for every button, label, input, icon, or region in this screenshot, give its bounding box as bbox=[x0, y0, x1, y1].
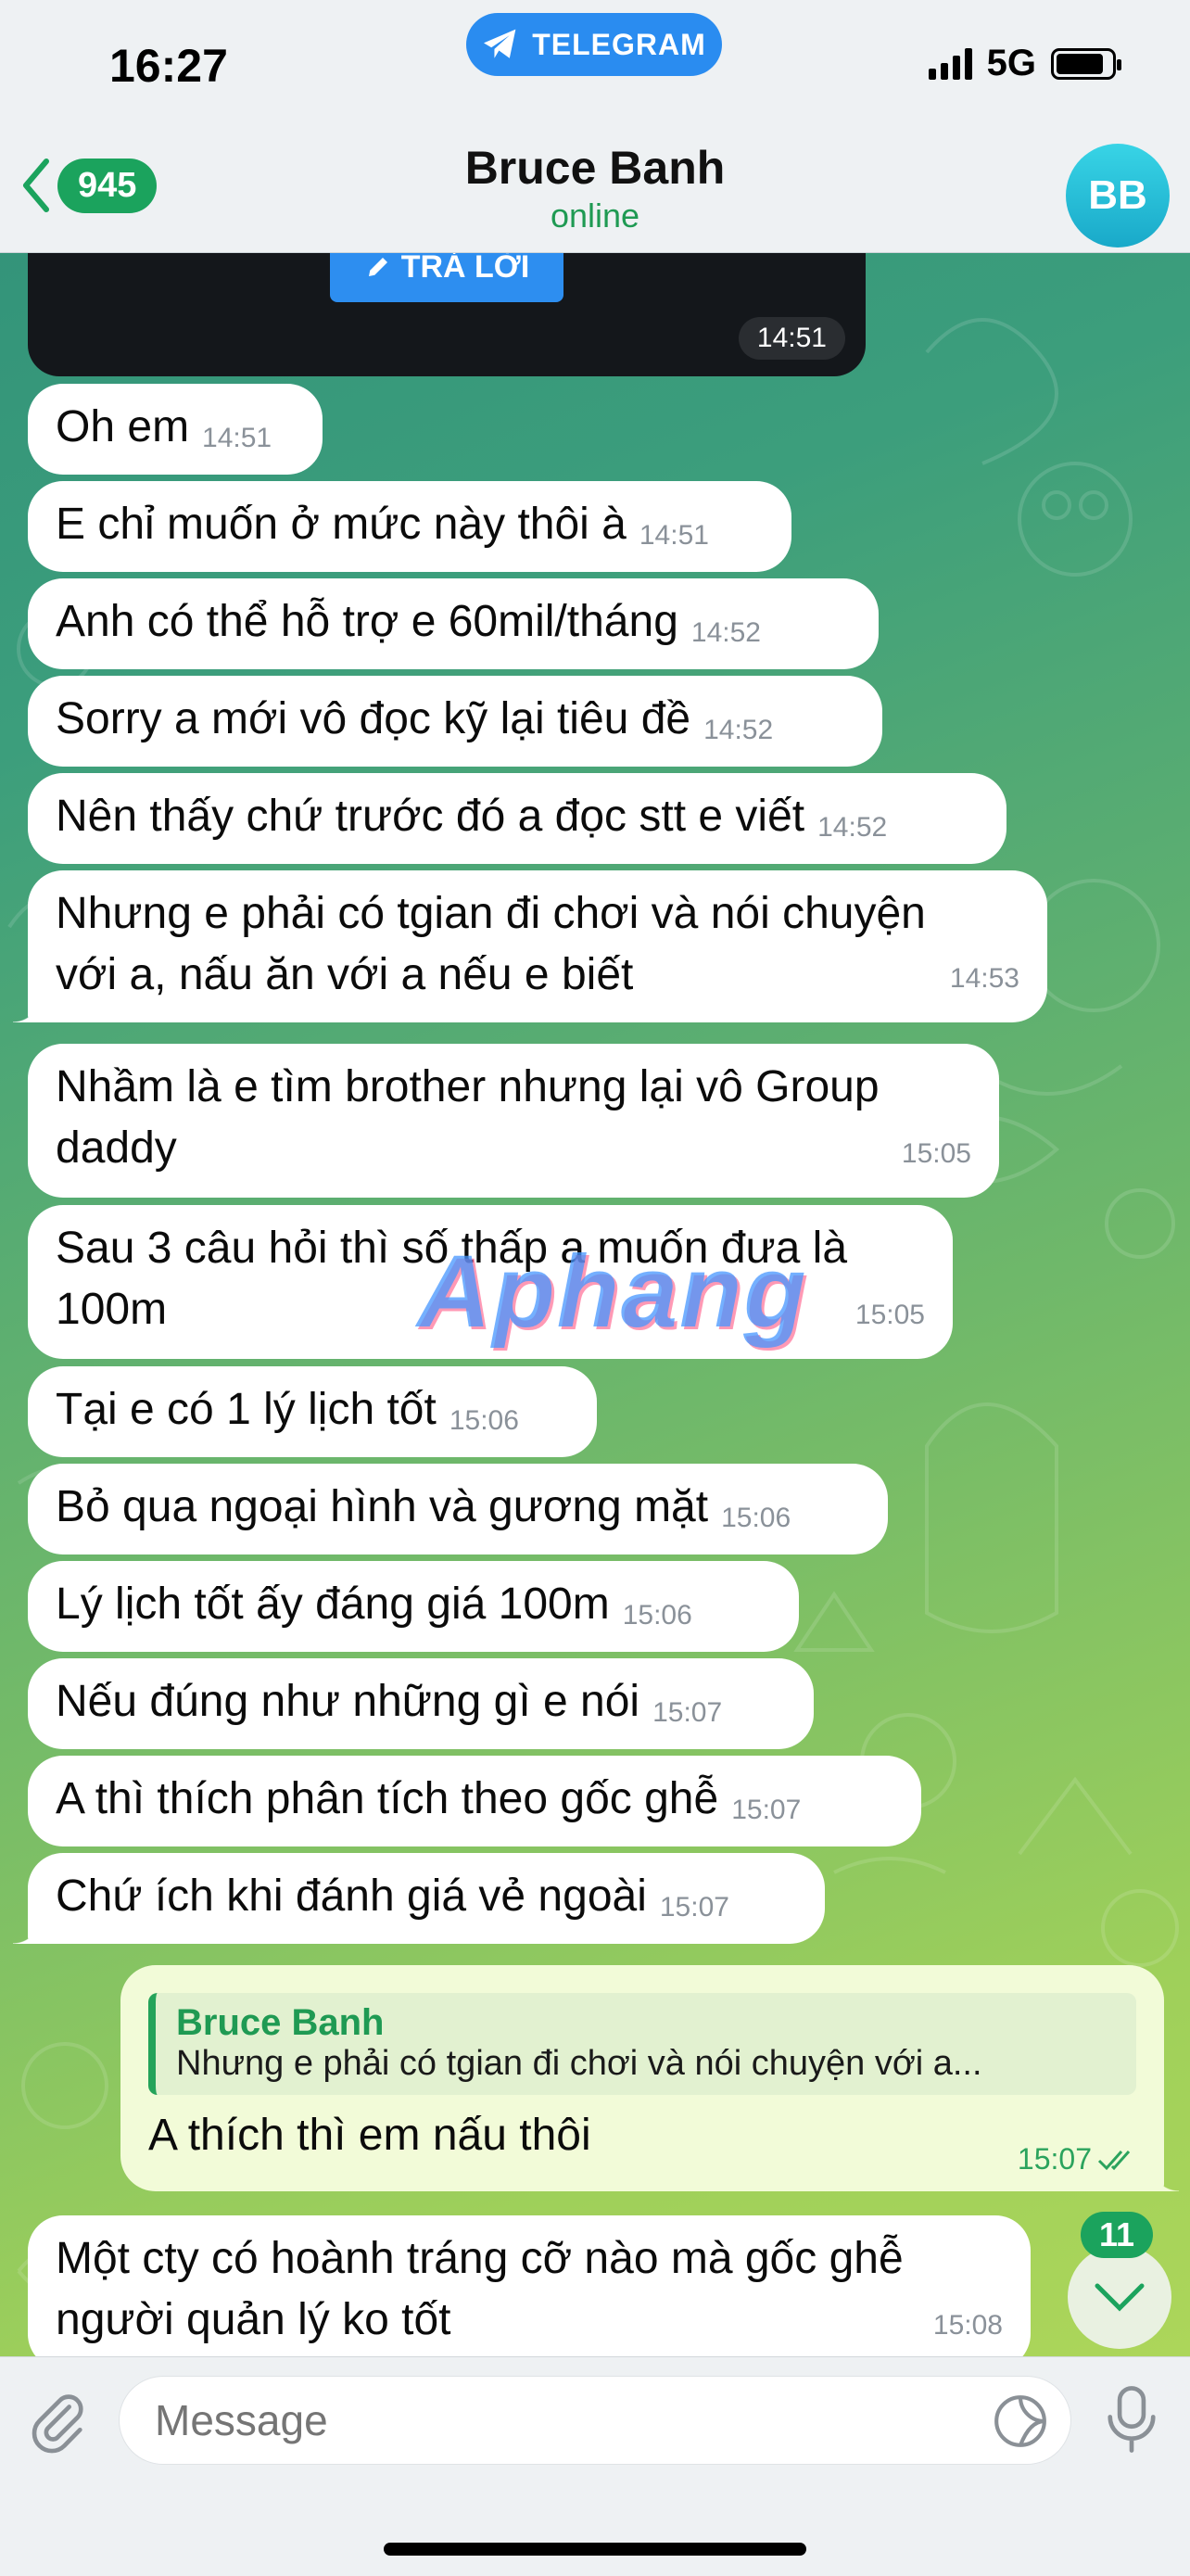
reply-quote-text: Nhưng e phải có tgian đi chơi và nói chu… bbox=[176, 2044, 982, 2083]
message-time-status: 15:07 bbox=[1018, 2142, 1140, 2176]
pencil-icon bbox=[368, 258, 387, 276]
message-text: Bỏ qua ngoại hình và gương mặt bbox=[56, 1482, 709, 1531]
home-indicator bbox=[384, 2543, 806, 2556]
chat-title[interactable]: Bruce Banh online bbox=[0, 141, 1190, 235]
contact-status: online bbox=[550, 197, 640, 235]
message-time: 15:06 bbox=[449, 1405, 519, 1436]
microphone-button[interactable] bbox=[1103, 2383, 1160, 2460]
sticker-button[interactable] bbox=[992, 2392, 1049, 2455]
network-type: 5G bbox=[986, 43, 1036, 83]
message-text: E chỉ muốn ở mức này thôi à bbox=[56, 500, 627, 549]
reply-quote[interactable]: Bruce Banh Nhưng e phải có tgian đi chơi… bbox=[148, 1993, 1136, 2095]
message-bubble[interactable]: Anh có thể hỗ trợ e 60mil/tháng 14:52 bbox=[28, 578, 879, 669]
message-text: Lý lịch tốt ấy đáng giá 100m bbox=[56, 1580, 610, 1629]
message-text: A thích thì em nấu thôi bbox=[148, 2111, 591, 2160]
outgoing-message-bubble[interactable]: Bruce Banh Nhưng e phải có tgian đi chơi… bbox=[120, 1965, 1179, 2191]
message-time: 15:07 bbox=[652, 1697, 723, 1728]
message-bubble[interactable]: Nếu đúng như những gì e nói 15:07 bbox=[28, 1658, 814, 1749]
telegram-pill-label: TELEGRAM bbox=[532, 27, 706, 61]
message-bubble[interactable]: Nên thấy chứ trước đó a đọc stt e viết 14… bbox=[28, 773, 1006, 864]
message-text-line: Nhưng e phải có tgian đi chơi và nói chu… bbox=[56, 889, 926, 938]
chevron-down-icon bbox=[1095, 2283, 1145, 2312]
message-text-line: người quản lý ko tốt bbox=[56, 2295, 451, 2344]
message-time: 14:52 bbox=[690, 617, 761, 648]
unread-count-badge: 11 bbox=[1081, 2212, 1154, 2258]
reply-quote-name: Bruce Banh bbox=[176, 2002, 385, 2043]
message-bubble[interactable]: Nhưng e phải có tgian đi chơi và nói chu… bbox=[13, 870, 1047, 1022]
message-text: Sorry a mới vô đọc kỹ lại tiêu đề bbox=[56, 694, 691, 743]
message-time: 14:51 bbox=[202, 423, 272, 453]
message-bubble[interactable]: Nhầm là e tìm brother nhưng lại vô Group… bbox=[28, 1044, 999, 1198]
paperclip-icon bbox=[32, 2394, 83, 2454]
message-time: 15:06 bbox=[622, 1600, 692, 1631]
message-time: 15:05 bbox=[901, 1138, 971, 1169]
sticker-icon bbox=[994, 2395, 1046, 2447]
message-text-line: daddy bbox=[56, 1123, 177, 1173]
message-text-line: với a, nấu ăn với a nếu e biết bbox=[56, 950, 634, 999]
signal-icon bbox=[928, 47, 972, 80]
message-text: Tại e có 1 lý lịch tốt bbox=[56, 1385, 437, 1434]
top-bar: 16:27 TELEGRAM 5G 945 Bruce Banh online … bbox=[0, 0, 1190, 253]
message-text: Chứ ích khi đánh giá vẻ ngoài bbox=[56, 1872, 647, 1921]
message-time: 15:05 bbox=[855, 1300, 925, 1330]
reply-button-label: TRẢ LỜI bbox=[400, 248, 530, 285]
message-text: Nếu đúng như những gì e nói bbox=[56, 1677, 640, 1726]
status-indicators: 5G bbox=[928, 43, 1121, 84]
message-bubble[interactable]: Bỏ qua ngoại hình và gương mặt 15:06 bbox=[28, 1464, 888, 1554]
message-time: 14:52 bbox=[817, 812, 888, 843]
message-input[interactable] bbox=[119, 2376, 1071, 2465]
message-time: 14:53 bbox=[949, 963, 1019, 994]
attach-button[interactable] bbox=[26, 2391, 91, 2460]
message-time: 15:07 bbox=[731, 1795, 802, 1825]
message-bubble[interactable]: Chứ ích khi đánh giá vẻ ngoài 15:07 bbox=[13, 1853, 825, 1944]
message-time: 14:51 bbox=[639, 520, 709, 551]
message-text: Anh có thể hỗ trợ e 60mil/tháng bbox=[56, 597, 678, 646]
message-bubble[interactable]: A thì thích phân tích theo gốc ghễ 15:07 bbox=[28, 1756, 921, 1846]
message-text-line: Một cty có hoành tráng cỡ nào mà gốc ghễ bbox=[56, 2234, 904, 2283]
message-time: 15:07 bbox=[659, 1892, 729, 1922]
message-text: A thì thích phân tích theo gốc ghễ bbox=[56, 1774, 719, 1823]
battery-icon bbox=[1051, 47, 1121, 80]
message-bubble[interactable]: E chỉ muốn ở mức này thôi à 14:51 bbox=[28, 481, 791, 572]
message-time: 14:52 bbox=[703, 715, 774, 745]
message-time: 15:06 bbox=[721, 1503, 791, 1533]
message-bubble[interactable]: Sorry a mới vô đọc kỹ lại tiêu đề 14:52 bbox=[28, 676, 882, 767]
message-bubble[interactable]: Oh em 14:51 bbox=[28, 384, 323, 475]
message-bubble[interactable]: Tại e có 1 lý lịch tốt 15:06 bbox=[28, 1366, 597, 1457]
message-text: Nên thấy chứ trước đó a đọc stt e viết bbox=[56, 792, 805, 841]
message-time: 14:51 bbox=[738, 317, 845, 360]
contact-name: Bruce Banh bbox=[464, 142, 726, 194]
telegram-pill[interactable]: TELEGRAM bbox=[466, 13, 722, 76]
message-bubble[interactable]: Lý lịch tốt ấy đáng giá 100m 15:06 bbox=[28, 1561, 799, 1652]
message-time: 15:07 bbox=[1017, 2142, 1092, 2176]
double-check-icon bbox=[1097, 2150, 1131, 2170]
message-bubble[interactable]: Một cty có hoành tráng cỡ nào mà gốc ghễ… bbox=[28, 2215, 1031, 2369]
message-text: Oh em bbox=[56, 402, 190, 451]
message-text-line: Nhầm là e tìm brother nhưng lại vô Group bbox=[56, 1062, 880, 1111]
telegram-icon bbox=[484, 29, 516, 58]
status-time: 16:27 bbox=[109, 40, 228, 92]
scroll-down-button[interactable] bbox=[1068, 2245, 1171, 2349]
watermark-logo: Aphang bbox=[417, 1235, 808, 1349]
microphone-icon bbox=[1108, 2386, 1156, 2453]
message-time: 15:08 bbox=[932, 2310, 1003, 2341]
avatar[interactable]: BB bbox=[1066, 144, 1170, 247]
